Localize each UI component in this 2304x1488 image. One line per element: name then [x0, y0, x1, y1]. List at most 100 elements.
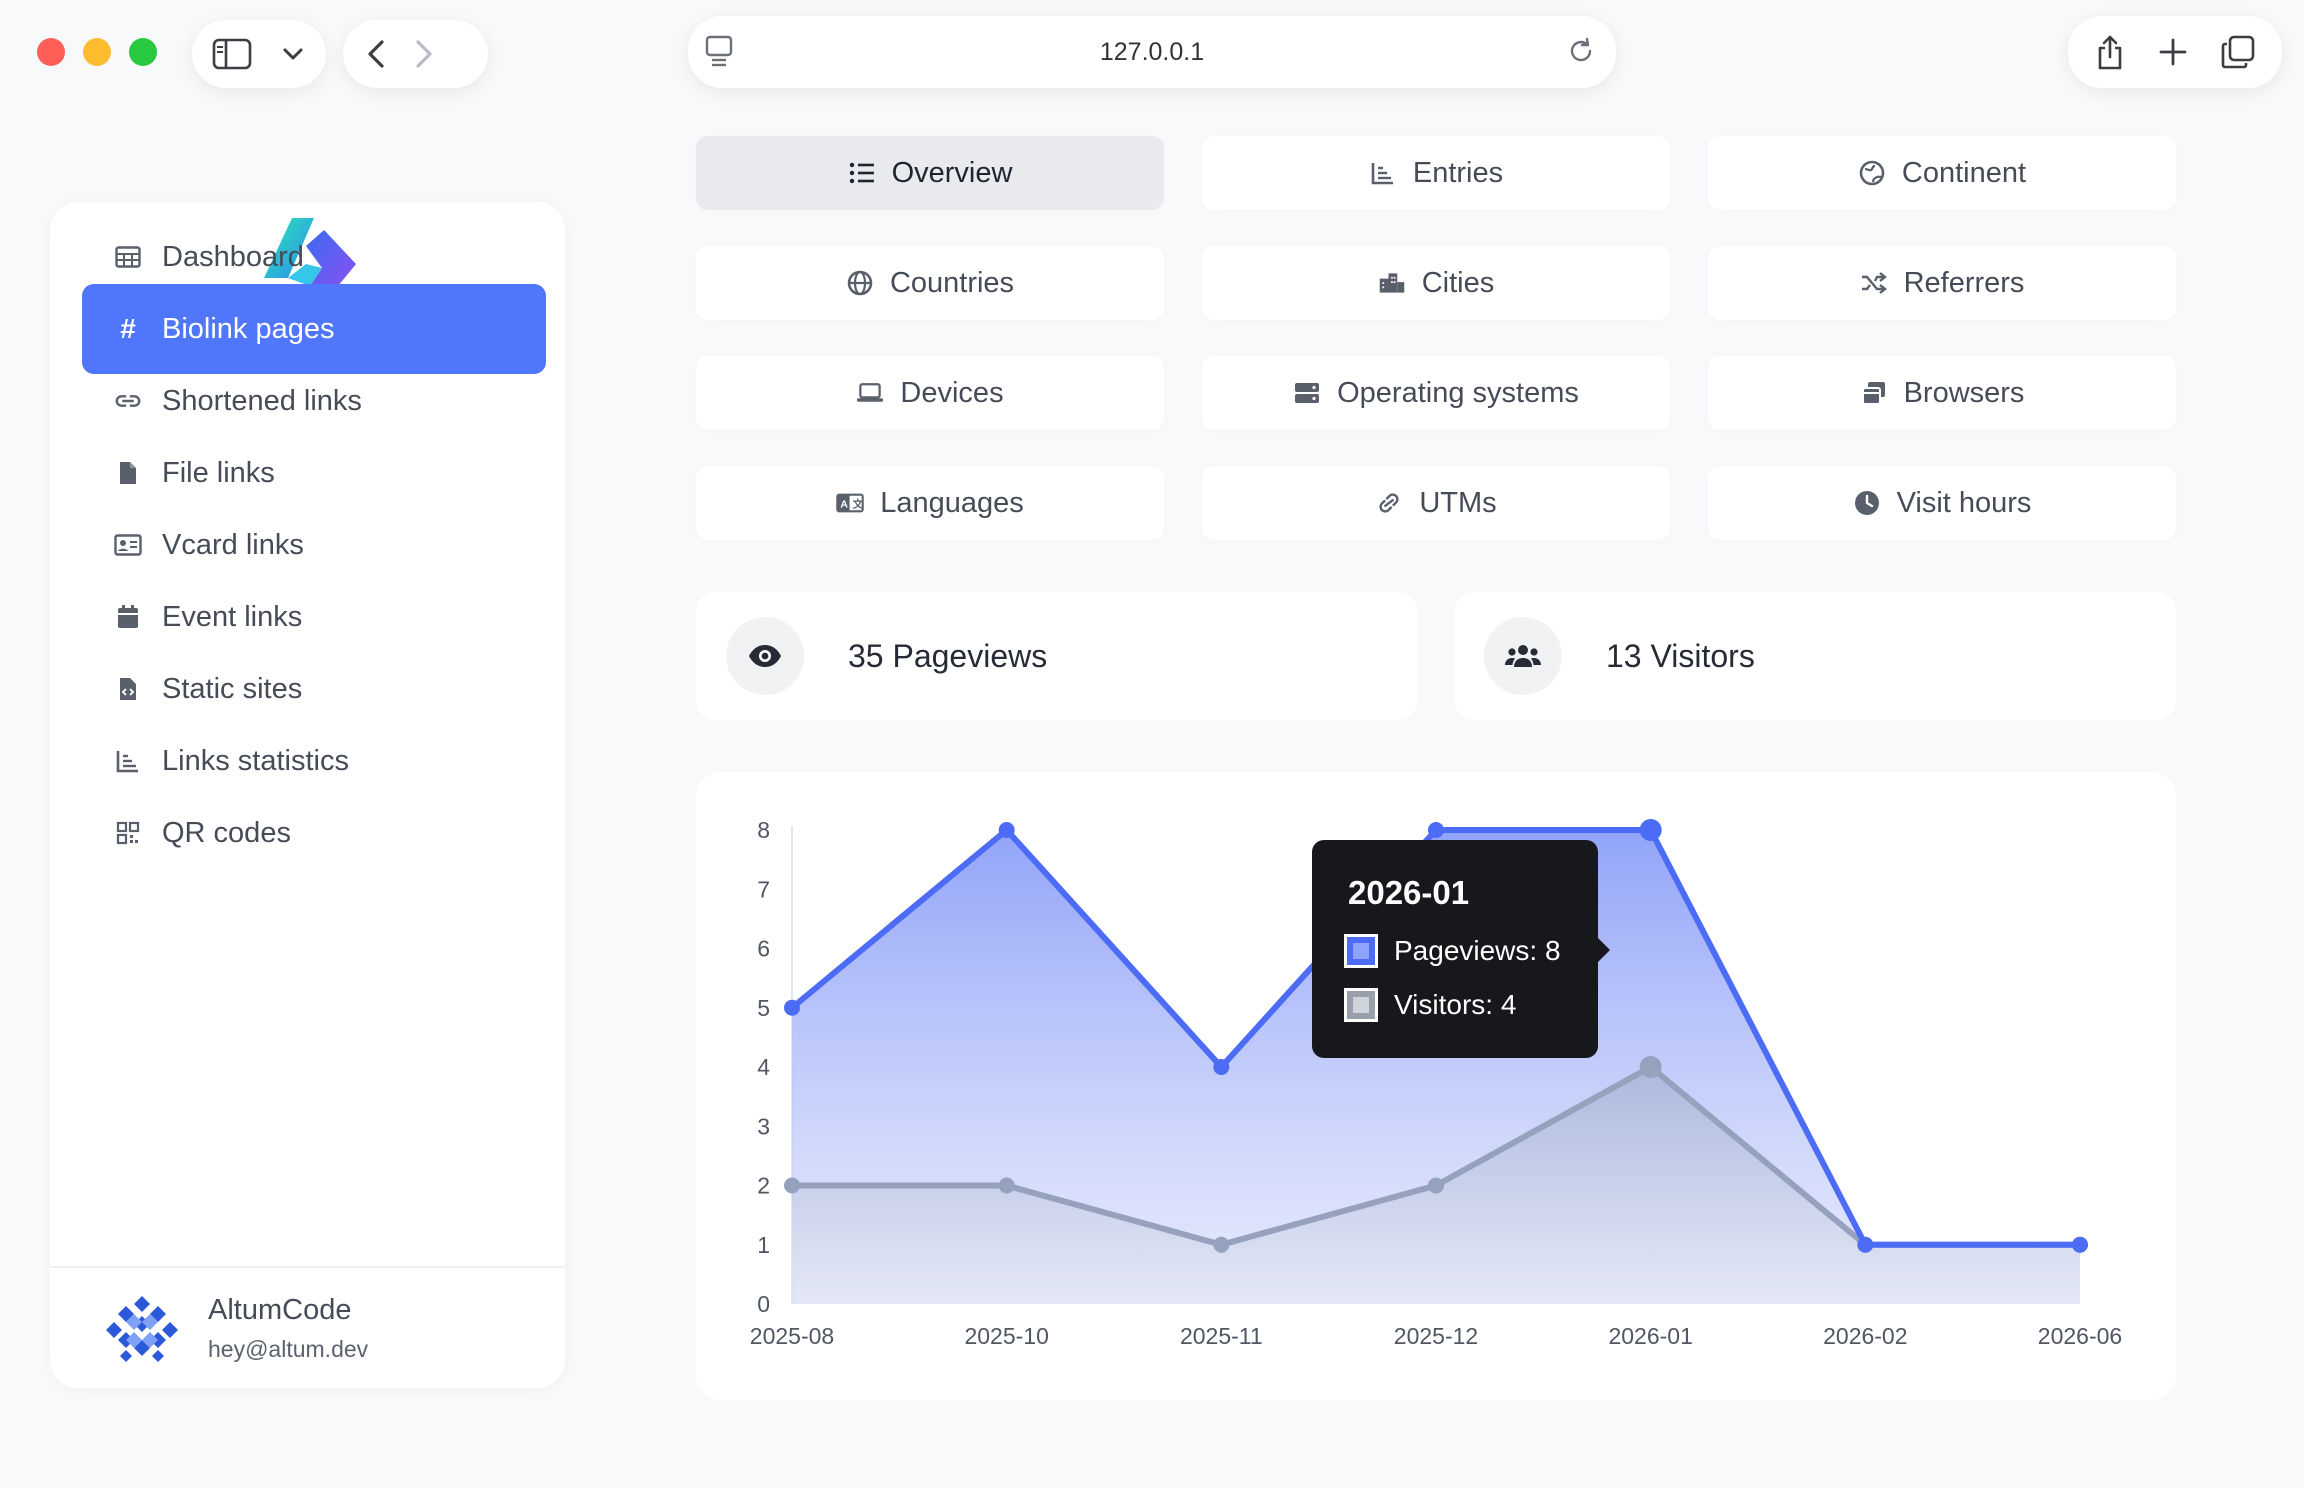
- y-tick-label: 2: [757, 1173, 770, 1199]
- tab-browsers[interactable]: Browsers: [1708, 356, 2176, 430]
- link-icon: [114, 387, 142, 415]
- chart-icon: [1369, 159, 1397, 187]
- user-name: AltumCode: [208, 1294, 352, 1326]
- visitors-count: 13 Visitors: [1606, 637, 1755, 674]
- pageviews-count: 35 Pageviews: [848, 637, 1048, 674]
- y-tick-label: 7: [757, 876, 770, 902]
- history-nav-group: [343, 20, 488, 88]
- minimize-window-button[interactable]: [83, 38, 111, 66]
- browser-actions-group: [2068, 16, 2282, 88]
- server-icon: [1293, 379, 1321, 407]
- address-bar[interactable]: 127.0.0.1: [688, 16, 1616, 88]
- qr-icon: [114, 819, 142, 847]
- visitors-card: 13 Visitors: [1454, 592, 2176, 720]
- y-tick-label: 8: [757, 817, 770, 843]
- zoom-window-button[interactable]: [129, 38, 157, 66]
- pageviews-point: [1857, 1236, 1874, 1253]
- sidebar-toggle-group: [192, 20, 326, 88]
- pageviews-point: [1428, 822, 1444, 838]
- tab-cities[interactable]: Cities: [1202, 246, 1670, 320]
- tab-devices[interactable]: Devices: [696, 356, 1164, 430]
- table-icon: [114, 243, 142, 271]
- sidebar-item-label: Vcard links: [162, 528, 304, 561]
- reload-icon[interactable]: [1566, 36, 1596, 66]
- tooltip-row-visitors: Visitors: 4: [1344, 988, 1516, 1022]
- tab-languages[interactable]: A文 Languages: [696, 466, 1164, 540]
- chart-tooltip: 2026-01 Pageviews: 8 Visitors: 4: [1312, 840, 1610, 1058]
- visitors-point: [784, 1177, 800, 1194]
- pageviews-card: 35 Pageviews: [696, 592, 1418, 720]
- back-icon[interactable]: [367, 39, 385, 69]
- visitors-point: [1639, 1056, 1662, 1078]
- y-tick-label: 3: [757, 1113, 770, 1139]
- window-icon: [1860, 379, 1888, 407]
- tab-label: Referrers: [1903, 266, 2025, 299]
- x-tick-label: 2026-06: [2038, 1323, 2122, 1349]
- sidebar-item-label: Event links: [162, 600, 303, 633]
- user-email: hey@altum.dev: [208, 1336, 369, 1362]
- sidebar-item-label: File links: [162, 456, 275, 489]
- tab-referrers[interactable]: Referrers: [1708, 246, 2176, 320]
- pageviews-point: [2072, 1236, 2088, 1253]
- visitors-point: [998, 1177, 1015, 1194]
- tooltip-row-pageviews: Pageviews: 8: [1344, 934, 1561, 968]
- sidebar: Dashboard # Biolink pages Shortened link…: [50, 202, 565, 1388]
- tooltip-row-label: Pageviews: 8: [1394, 935, 1561, 966]
- tab-label: UTMs: [1419, 486, 1497, 519]
- pageviews-point: [1639, 819, 1662, 841]
- new-tab-icon[interactable]: [2158, 37, 2188, 67]
- tab-continent[interactable]: Continent: [1708, 136, 2176, 210]
- pageviews-point: [784, 999, 800, 1016]
- sidebar-item-label: Dashboard: [162, 240, 304, 273]
- globe-europe-icon: [1858, 159, 1886, 187]
- list-icon: [848, 159, 876, 187]
- globe-icon: [846, 269, 874, 297]
- visitors-swatch: [1344, 988, 1378, 1022]
- tab-label: Operating systems: [1337, 376, 1579, 409]
- forward-icon[interactable]: [415, 39, 433, 69]
- page-menu-icon[interactable]: [704, 34, 734, 68]
- close-window-button[interactable]: [37, 38, 65, 66]
- y-tick-label: 0: [757, 1291, 770, 1317]
- sidebar-icon[interactable]: [212, 38, 252, 70]
- x-tick-label: 2026-01: [1608, 1323, 1692, 1349]
- visitors-point: [1213, 1236, 1230, 1253]
- browser-window: 127.0.0.1 Dashboard # Biolink pages Shor…: [0, 0, 2304, 1488]
- tab-label: Entries: [1412, 156, 1504, 189]
- sidebar-item-label: Static sites: [162, 672, 303, 705]
- y-tick-label: 4: [757, 1054, 770, 1080]
- laptop-icon: [856, 379, 884, 407]
- sidebar-item-qr-codes[interactable]: QR codes: [82, 788, 546, 878]
- tooltip-title: 2026-01: [1348, 874, 1470, 911]
- link-icon: [1375, 489, 1403, 517]
- chart-icon: [114, 747, 142, 775]
- tab-operating-systems[interactable]: Operating systems: [1202, 356, 1670, 430]
- pageviews-swatch: [1344, 934, 1378, 968]
- hash-icon: #: [120, 313, 136, 344]
- tab-overview[interactable]: Overview: [696, 136, 1164, 210]
- tab-countries[interactable]: Countries: [696, 246, 1164, 320]
- sidebar-item-label: QR codes: [162, 816, 291, 849]
- share-icon[interactable]: [2094, 33, 2126, 71]
- city-icon: [1378, 269, 1406, 297]
- tab-entries[interactable]: Entries: [1202, 136, 1670, 210]
- users-icon: [1484, 617, 1562, 695]
- eye-icon: [726, 617, 804, 695]
- x-tick-label: 2025-08: [750, 1323, 834, 1349]
- avatar[interactable]: [106, 1292, 178, 1364]
- tab-label: Browsers: [1903, 376, 2025, 409]
- pageviews-point: [998, 822, 1015, 838]
- tab-visit-hours[interactable]: Visit hours: [1708, 466, 2176, 540]
- language-icon: A文: [836, 489, 864, 517]
- tab-label: Countries: [889, 266, 1015, 299]
- pageviews-point: [1213, 1059, 1230, 1075]
- y-tick-label: 1: [757, 1232, 770, 1258]
- tab-overview-icon[interactable]: [2220, 34, 2256, 70]
- tab-utms[interactable]: UTMs: [1202, 466, 1670, 540]
- svg-text:A: A: [841, 498, 849, 510]
- chevron-down-icon[interactable]: [282, 47, 304, 61]
- x-tick-label: 2026-02: [1823, 1323, 1907, 1349]
- svg-text:文: 文: [852, 497, 864, 510]
- tab-label: Overview: [891, 156, 1013, 189]
- calendar-icon: [114, 603, 142, 631]
